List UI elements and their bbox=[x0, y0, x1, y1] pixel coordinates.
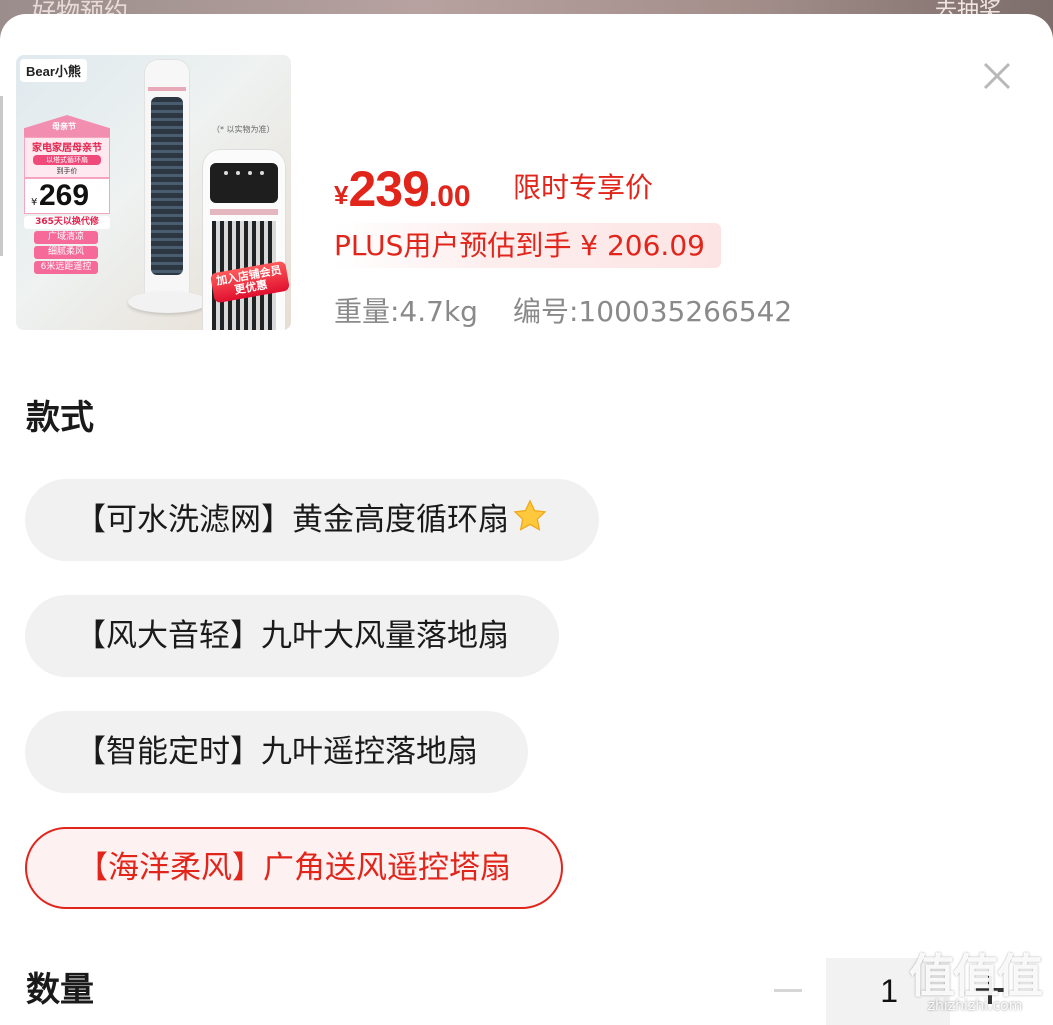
tower-fan-illustration bbox=[144, 59, 190, 299]
style-option[interactable]: 【智能定时】九叶遥控落地扇 bbox=[25, 711, 528, 793]
style-option[interactable]: 【可水洗滤网】黄金高度循环扇 bbox=[25, 479, 599, 561]
close-icon bbox=[983, 62, 1011, 90]
style-option-label: 【风大音轻】九叶大风量落地扇 bbox=[75, 618, 509, 654]
price-label: 限时专享价 bbox=[513, 171, 654, 204]
style-option-label: 【智能定时】九叶遥控落地扇 bbox=[75, 734, 478, 770]
site-watermark: 值值值 zhizhizhi.com bbox=[900, 940, 1050, 1020]
style-option[interactable]: 【风大音轻】九叶大风量落地扇 bbox=[25, 595, 559, 677]
tower-fan-base bbox=[128, 291, 208, 313]
image-tag: 6米远距遥控 bbox=[34, 261, 98, 274]
style-option-label: 【海洋柔风】广角送风遥控塔扇 bbox=[77, 850, 511, 886]
image-price: ¥ 269 bbox=[24, 178, 110, 214]
image-tag: 细腻柔风 bbox=[34, 246, 98, 259]
festival-price-badge: 母亲节 家电家居母亲节 以塔式循环扇 到手价 ¥ 269 365天以换代修 广域… bbox=[24, 115, 110, 274]
sheet-edge-indicator bbox=[0, 96, 3, 256]
image-tag-service: 365天以换代修 bbox=[24, 216, 110, 229]
brand-logo: Bear小熊 bbox=[20, 59, 87, 82]
product-sku: 编号:100035266542 bbox=[513, 295, 793, 328]
quantity-decrease-button[interactable] bbox=[766, 968, 810, 1012]
price-decimal: .00 bbox=[428, 180, 471, 213]
image-tag: 广域清凉 bbox=[34, 231, 98, 244]
style-option-label: 【可水洗滤网】黄金高度循环扇 bbox=[75, 502, 509, 538]
quantity-section-title: 数量 bbox=[26, 970, 94, 1010]
plus-member-price: PLUS用户预估到手 ¥ 206.09 bbox=[332, 223, 721, 268]
style-section-title: 款式 bbox=[26, 398, 94, 438]
image-note: （* 以实物为准） bbox=[212, 125, 275, 134]
price-display: ¥239.00 bbox=[334, 160, 471, 218]
product-image[interactable]: Bear小熊 （* 以实物为准） 加入店铺会员 更优惠 母亲节 家电家居母亲节 … bbox=[16, 55, 291, 330]
close-button[interactable] bbox=[975, 54, 1019, 98]
tower-fan-closeup-illustration bbox=[202, 149, 286, 330]
price-currency: ¥ bbox=[334, 180, 349, 210]
price-integer: 239 bbox=[348, 161, 429, 217]
product-weight: 重量:4.7kg bbox=[334, 295, 478, 328]
style-option-selected[interactable]: 【海洋柔风】广角送风遥控塔扇 bbox=[25, 827, 563, 909]
star-icon bbox=[513, 499, 547, 531]
watermark-logo: 值值值 bbox=[909, 949, 1043, 1003]
